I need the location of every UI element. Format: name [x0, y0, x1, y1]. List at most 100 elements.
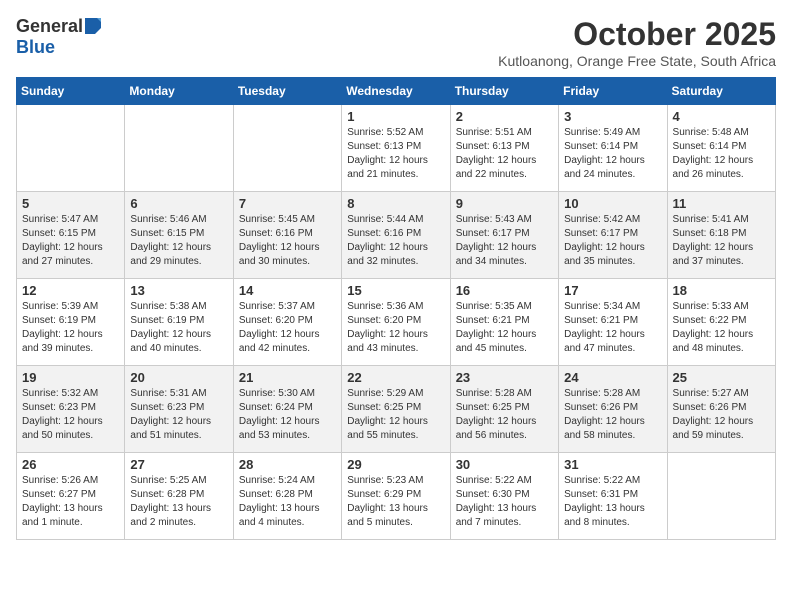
day-detail: Sunrise: 5:27 AM Sunset: 6:26 PM Dayligh…	[673, 387, 770, 443]
day-detail: Sunrise: 5:28 AM Sunset: 6:26 PM Dayligh…	[564, 387, 661, 443]
day-number: 31	[564, 457, 661, 472]
day-detail: Sunrise: 5:35 AM Sunset: 6:21 PM Dayligh…	[456, 300, 553, 356]
cell-content: 17Sunrise: 5:34 AM Sunset: 6:21 PM Dayli…	[564, 283, 661, 361]
day-number: 14	[239, 283, 336, 298]
day-number: 22	[347, 370, 444, 385]
cell-content: 6Sunrise: 5:46 AM Sunset: 6:15 PM Daylig…	[130, 196, 227, 274]
day-detail: Sunrise: 5:36 AM Sunset: 6:20 PM Dayligh…	[347, 300, 444, 356]
day-number: 30	[456, 457, 553, 472]
logo-icon	[85, 18, 101, 34]
month-title: October 2025	[498, 16, 776, 53]
calendar-cell: 25 Sunrise: 5:27 AM Sunset: 6:26 PM Dayli…	[667, 366, 775, 453]
cell-content: 4Sunrise: 5:48 AM Sunset: 6:14 PM Daylig…	[673, 109, 770, 187]
cell-content: 31Sunrise: 5:22 AM Sunset: 6:31 PM Dayli…	[564, 457, 661, 535]
day-detail: Sunrise: 5:28 AM Sunset: 6:25 PM Dayligh…	[456, 387, 553, 443]
logo: General Blue	[16, 16, 101, 58]
calendar-cell: 24 Sunrise: 5:28 AM Sunset: 6:26 PM Dayli…	[559, 366, 667, 453]
day-number: 6	[130, 196, 227, 211]
day-number: 26	[22, 457, 119, 472]
day-detail: Sunrise: 5:49 AM Sunset: 6:14 PM Dayligh…	[564, 126, 661, 182]
calendar-cell: 7 Sunrise: 5:45 AM Sunset: 6:16 PM Daylig…	[233, 192, 341, 279]
calendar-cell: 6Sunrise: 5:46 AM Sunset: 6:15 PM Daylig…	[125, 192, 233, 279]
cell-content: 9Sunrise: 5:43 AM Sunset: 6:17 PM Daylig…	[456, 196, 553, 274]
calendar-cell: 20Sunrise: 5:31 AM Sunset: 6:23 PM Dayli…	[125, 366, 233, 453]
day-of-week-header: Friday	[559, 78, 667, 105]
calendar-cell: 29Sunrise: 5:23 AM Sunset: 6:29 PM Dayli…	[342, 453, 450, 540]
calendar-cell: 3Sunrise: 5:49 AM Sunset: 6:14 PM Daylig…	[559, 105, 667, 192]
calendar-cell	[17, 105, 125, 192]
day-number: 2	[456, 109, 553, 124]
day-number: 9	[456, 196, 553, 211]
day-number: 11	[673, 196, 770, 211]
cell-content: 27Sunrise: 5:25 AM Sunset: 6:28 PM Dayli…	[130, 457, 227, 535]
calendar-cell: 17Sunrise: 5:34 AM Sunset: 6:21 PM Dayli…	[559, 279, 667, 366]
day-of-week-header: Thursday	[450, 78, 558, 105]
cell-content: 23Sunrise: 5:28 AM Sunset: 6:25 PM Dayli…	[456, 370, 553, 448]
cell-content: 30 Sunrise: 5:22 AM Sunset: 6:30 PM Dayli…	[456, 457, 553, 535]
day-number: 1	[347, 109, 444, 124]
cell-content: 22Sunrise: 5:29 AM Sunset: 6:25 PM Dayli…	[347, 370, 444, 448]
calendar-cell: 15 Sunrise: 5:36 AM Sunset: 6:20 PM Dayli…	[342, 279, 450, 366]
calendar-cell: 30 Sunrise: 5:22 AM Sunset: 6:30 PM Dayli…	[450, 453, 558, 540]
calendar-cell: 27Sunrise: 5:25 AM Sunset: 6:28 PM Dayli…	[125, 453, 233, 540]
day-detail: Sunrise: 5:41 AM Sunset: 6:18 PM Dayligh…	[673, 213, 770, 269]
day-detail: Sunrise: 5:30 AM Sunset: 6:24 PM Dayligh…	[239, 387, 336, 443]
day-number: 8	[347, 196, 444, 211]
calendar-cell	[125, 105, 233, 192]
cell-content: 11 Sunrise: 5:41 AM Sunset: 6:18 PM Dayli…	[673, 196, 770, 274]
cell-content: 3Sunrise: 5:49 AM Sunset: 6:14 PM Daylig…	[564, 109, 661, 187]
day-number: 24	[564, 370, 661, 385]
cell-content: 5 Sunrise: 5:47 AM Sunset: 6:15 PM Daylig…	[22, 196, 119, 274]
cell-content: 10Sunrise: 5:42 AM Sunset: 6:17 PM Dayli…	[564, 196, 661, 274]
day-detail: Sunrise: 5:33 AM Sunset: 6:22 PM Dayligh…	[673, 300, 770, 356]
cell-content: 18 Sunrise: 5:33 AM Sunset: 6:22 PM Dayli…	[673, 283, 770, 361]
calendar-week-row: 12Sunrise: 5:39 AM Sunset: 6:19 PM Dayli…	[17, 279, 776, 366]
calendar-cell: 4Sunrise: 5:48 AM Sunset: 6:14 PM Daylig…	[667, 105, 775, 192]
calendar-cell	[233, 105, 341, 192]
calendar-cell: 18 Sunrise: 5:33 AM Sunset: 6:22 PM Dayli…	[667, 279, 775, 366]
cell-content: 13Sunrise: 5:38 AM Sunset: 6:19 PM Dayli…	[130, 283, 227, 361]
title-block: October 2025 Kutloanong, Orange Free Sta…	[498, 16, 776, 69]
day-detail: Sunrise: 5:22 AM Sunset: 6:30 PM Dayligh…	[456, 474, 553, 530]
day-number: 15	[347, 283, 444, 298]
cell-content: 20Sunrise: 5:31 AM Sunset: 6:23 PM Dayli…	[130, 370, 227, 448]
day-detail: Sunrise: 5:26 AM Sunset: 6:27 PM Dayligh…	[22, 474, 119, 530]
calendar-cell: 1Sunrise: 5:52 AM Sunset: 6:13 PM Daylig…	[342, 105, 450, 192]
calendar-week-row: 1Sunrise: 5:52 AM Sunset: 6:13 PM Daylig…	[17, 105, 776, 192]
day-detail: Sunrise: 5:25 AM Sunset: 6:28 PM Dayligh…	[130, 474, 227, 530]
cell-content: 14Sunrise: 5:37 AM Sunset: 6:20 PM Dayli…	[239, 283, 336, 361]
cell-content: 7 Sunrise: 5:45 AM Sunset: 6:16 PM Daylig…	[239, 196, 336, 274]
day-detail: Sunrise: 5:45 AM Sunset: 6:16 PM Dayligh…	[239, 213, 336, 269]
day-number: 25	[673, 370, 770, 385]
day-of-week-header: Monday	[125, 78, 233, 105]
day-of-week-header: Sunday	[17, 78, 125, 105]
day-of-week-header: Saturday	[667, 78, 775, 105]
day-number: 18	[673, 283, 770, 298]
day-detail: Sunrise: 5:23 AM Sunset: 6:29 PM Dayligh…	[347, 474, 444, 530]
cell-content: 28Sunrise: 5:24 AM Sunset: 6:28 PM Dayli…	[239, 457, 336, 535]
logo-general-text: General	[16, 16, 83, 37]
day-number: 17	[564, 283, 661, 298]
calendar-cell: 2 Sunrise: 5:51 AM Sunset: 6:13 PM Daylig…	[450, 105, 558, 192]
calendar-week-row: 5 Sunrise: 5:47 AM Sunset: 6:15 PM Daylig…	[17, 192, 776, 279]
day-number: 5	[22, 196, 119, 211]
day-detail: Sunrise: 5:38 AM Sunset: 6:19 PM Dayligh…	[130, 300, 227, 356]
calendar-week-row: 19Sunrise: 5:32 AM Sunset: 6:23 PM Dayli…	[17, 366, 776, 453]
day-number: 20	[130, 370, 227, 385]
day-detail: Sunrise: 5:51 AM Sunset: 6:13 PM Dayligh…	[456, 126, 553, 182]
cell-content: 25 Sunrise: 5:27 AM Sunset: 6:26 PM Dayli…	[673, 370, 770, 448]
calendar-cell: 12Sunrise: 5:39 AM Sunset: 6:19 PM Dayli…	[17, 279, 125, 366]
day-detail: Sunrise: 5:47 AM Sunset: 6:15 PM Dayligh…	[22, 213, 119, 269]
calendar-table: SundayMondayTuesdayWednesdayThursdayFrid…	[16, 77, 776, 540]
calendar-cell: 22Sunrise: 5:29 AM Sunset: 6:25 PM Dayli…	[342, 366, 450, 453]
day-number: 7	[239, 196, 336, 211]
cell-content: 12Sunrise: 5:39 AM Sunset: 6:19 PM Dayli…	[22, 283, 119, 361]
calendar-cell: 28Sunrise: 5:24 AM Sunset: 6:28 PM Dayli…	[233, 453, 341, 540]
cell-content: 8Sunrise: 5:44 AM Sunset: 6:16 PM Daylig…	[347, 196, 444, 274]
day-detail: Sunrise: 5:48 AM Sunset: 6:14 PM Dayligh…	[673, 126, 770, 182]
logo-blue-text: Blue	[16, 37, 55, 57]
cell-content: 21Sunrise: 5:30 AM Sunset: 6:24 PM Dayli…	[239, 370, 336, 448]
cell-content: 24 Sunrise: 5:28 AM Sunset: 6:26 PM Dayli…	[564, 370, 661, 448]
day-number: 10	[564, 196, 661, 211]
calendar-cell: 13Sunrise: 5:38 AM Sunset: 6:19 PM Dayli…	[125, 279, 233, 366]
